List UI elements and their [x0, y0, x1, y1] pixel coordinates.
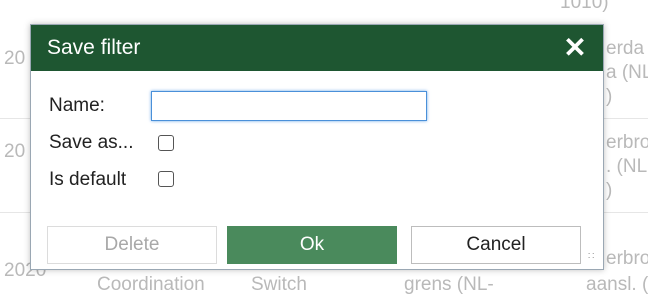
name-label: Name:: [49, 95, 105, 116]
bg-row2-right-b: . (NL: [606, 156, 648, 177]
bg-row3-col2: Coordination: [97, 274, 205, 295]
save-as-label: Save as...: [49, 132, 134, 153]
dialog-titlebar[interactable]: Save filter ✕: [31, 25, 603, 71]
bg-row1-right-b: a (NL: [606, 62, 648, 83]
ok-button[interactable]: Ok: [227, 226, 397, 264]
bg-row1-right-a: erda: [606, 38, 645, 59]
bg-row2-year: 20: [4, 141, 26, 162]
bg-row3-right-b: aansl. (NL: [586, 274, 648, 295]
dialog-title: Save filter: [47, 36, 141, 59]
bg-row2-right-c: ): [606, 180, 613, 201]
bg-row3-col4: grens (NL-: [404, 274, 494, 295]
resize-grip-icon[interactable]: ∷: [588, 252, 600, 266]
bg-row1-year: 20: [4, 48, 26, 69]
bg-row2-right-a: erbro: [606, 132, 648, 153]
is-default-checkbox[interactable]: [158, 171, 174, 187]
delete-button[interactable]: Delete: [47, 226, 217, 264]
bg-row3-right-a: erbro: [606, 248, 648, 269]
save-as-checkbox[interactable]: [158, 135, 174, 151]
name-input[interactable]: [151, 91, 427, 121]
close-icon[interactable]: ✕: [561, 34, 589, 62]
bg-row1-right-c: ): [606, 86, 613, 107]
save-filter-dialog: Save filter ✕ Name: Save as... Is defaul…: [30, 24, 604, 270]
bg-row3-col3: Switch: [251, 274, 307, 295]
bg-top-cut-text: 1010): [560, 0, 609, 13]
is-default-label: Is default: [49, 169, 127, 190]
cancel-button[interactable]: Cancel: [411, 226, 581, 264]
